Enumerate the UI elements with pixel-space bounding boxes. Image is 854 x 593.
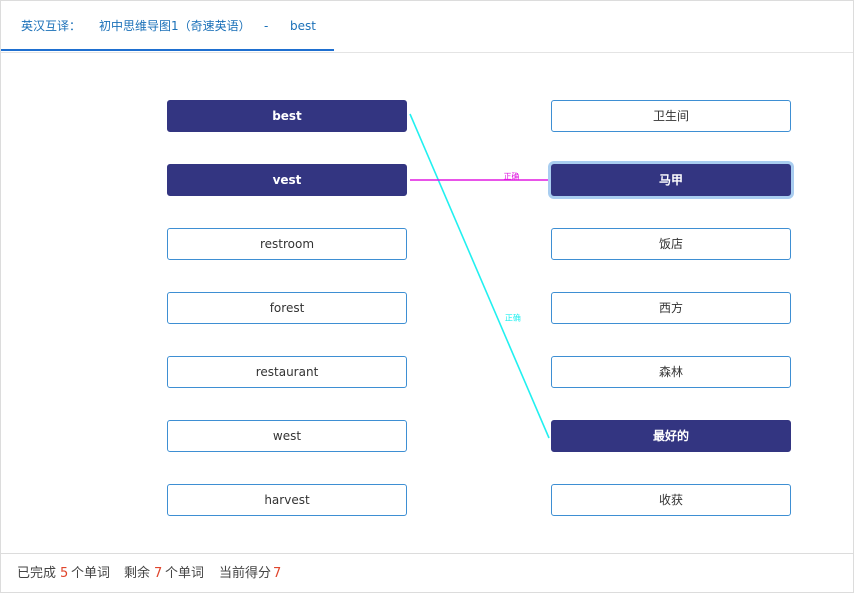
english-word-1[interactable]: vest <box>167 164 407 196</box>
chinese-meaning-6[interactable]: 收获 <box>551 484 791 516</box>
english-word-2[interactable]: restroom <box>167 228 407 260</box>
mode-label: 英汉互译： <box>21 19 82 33</box>
chinese-meaning-5[interactable]: 最好的 <box>551 420 791 452</box>
tab-current-exercise[interactable]: 英汉互译： 初中思维导图1（奇速英语） - best <box>1 1 334 51</box>
status-bar: 已完成 5 个单词 剩余 7 个单词 当前得分 7 <box>1 553 853 593</box>
chinese-meaning-4[interactable]: 森林 <box>551 356 791 388</box>
remaining-unit: 个单词 <box>165 566 205 581</box>
completed-prefix: 已完成 <box>17 566 57 581</box>
current-word: best <box>290 19 316 33</box>
match-line-label-1: 正确 <box>503 171 519 181</box>
english-word-6[interactable]: harvest <box>167 484 407 516</box>
completed-unit: 个单词 <box>71 566 111 581</box>
score-value: 7 <box>273 566 282 581</box>
english-word-5[interactable]: west <box>167 420 407 452</box>
remaining-prefix: 剩余 <box>124 566 151 581</box>
english-word-0[interactable]: best <box>167 100 407 132</box>
chinese-meaning-2[interactable]: 饭店 <box>551 228 791 260</box>
matching-exercise-page: 英汉互译： 初中思维导图1（奇速英语） - best 正确 正确 已完成 5 个单… <box>0 0 854 593</box>
match-line-0 <box>409 113 550 439</box>
chinese-meaning-1[interactable]: 马甲 <box>551 164 791 196</box>
chinese-meaning-0[interactable]: 卫生间 <box>551 100 791 132</box>
title-separator: - <box>264 19 269 33</box>
chinese-meaning-3[interactable]: 西方 <box>551 292 791 324</box>
remaining-count: 7 <box>154 566 163 581</box>
english-word-4[interactable]: restaurant <box>167 356 407 388</box>
completed-count: 5 <box>60 566 69 581</box>
tab-bar: 英汉互译： 初中思维导图1（奇速英语） - best <box>1 1 853 53</box>
match-line-label-0: 正确 <box>505 312 521 322</box>
score-prefix: 当前得分 <box>219 566 272 581</box>
book-title: 初中思维导图1（奇速英语） <box>99 19 251 33</box>
english-word-3[interactable]: forest <box>167 292 407 324</box>
